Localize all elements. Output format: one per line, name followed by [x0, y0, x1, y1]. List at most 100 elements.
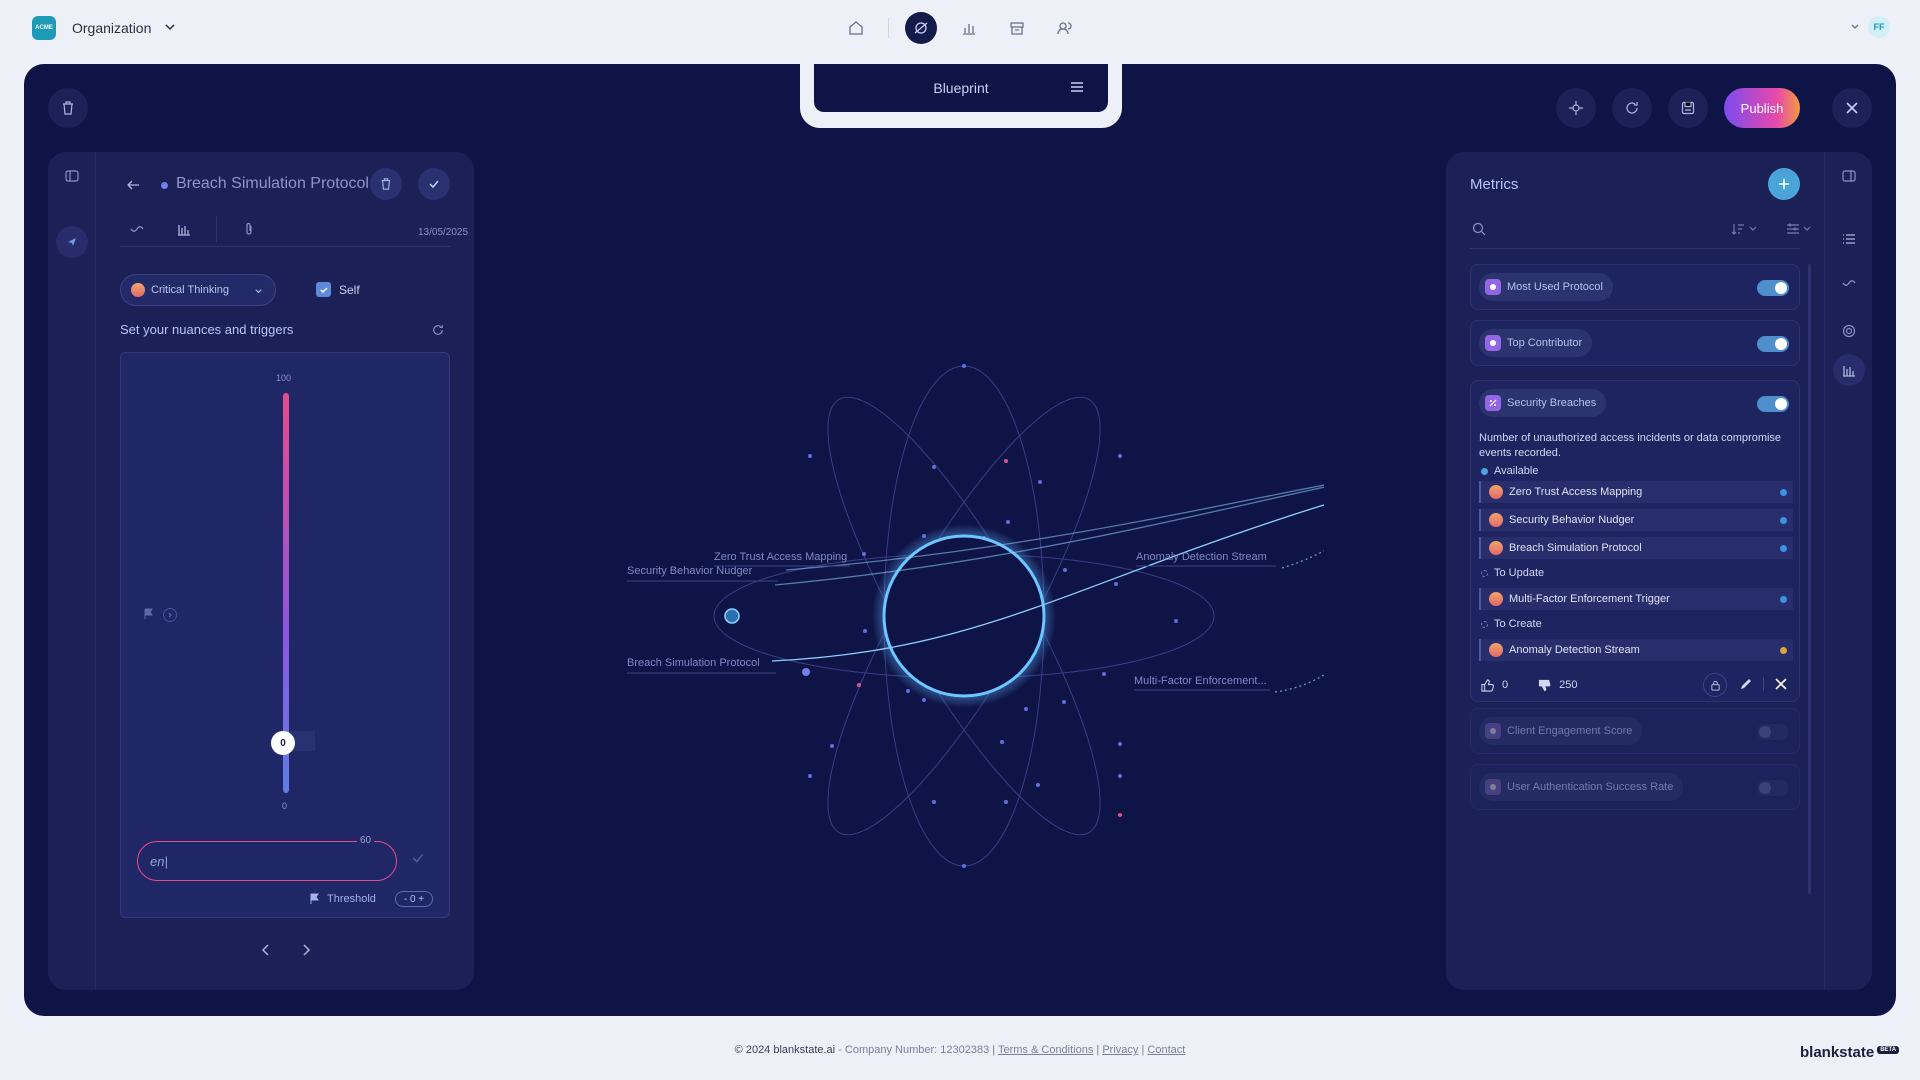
- confirm-button[interactable]: [418, 168, 450, 200]
- protocol-graph[interactable]: Zero Trust Access Mapping Security Behav…: [604, 304, 1324, 924]
- orbit-icon[interactable]: [905, 12, 937, 44]
- thumbs-up-icon[interactable]: [1481, 678, 1494, 692]
- brain-icon: [1489, 541, 1503, 555]
- protocol-item[interactable]: Security Behavior Nudger: [1479, 509, 1793, 531]
- collapse-panel-icon[interactable]: [1842, 169, 1856, 183]
- chevron-right-icon[interactable]: [300, 944, 312, 956]
- nav-divider: [888, 18, 889, 38]
- scrollbar[interactable]: [1808, 264, 1811, 894]
- attachment-icon[interactable]: [243, 222, 255, 236]
- graph-node-label[interactable]: Zero Trust Access Mapping: [714, 551, 847, 563]
- team-icon[interactable]: [1049, 12, 1081, 44]
- delete-button[interactable]: [48, 88, 88, 128]
- wave-icon[interactable]: [1842, 278, 1856, 290]
- bars-icon[interactable]: [177, 222, 191, 236]
- flag-icon[interactable]: [143, 608, 155, 620]
- org-switcher-label[interactable]: Organization: [72, 20, 151, 36]
- metric-row[interactable]: User Authentication Success Rate: [1470, 764, 1800, 810]
- protocol-item-label: Breach Simulation Protocol: [1509, 542, 1642, 554]
- protocol-item[interactable]: Zero Trust Access Mapping: [1479, 481, 1793, 503]
- refresh-icon: [1626, 102, 1638, 114]
- skill-select[interactable]: Critical Thinking: [120, 274, 276, 306]
- plus-icon: [1779, 179, 1789, 189]
- thumbs-down-icon[interactable]: [1538, 679, 1551, 692]
- metric-row[interactable]: Most Used Protocol: [1470, 264, 1800, 310]
- rail-item-active[interactable]: [56, 226, 88, 258]
- collapse-panel-icon[interactable]: [65, 169, 79, 183]
- check-icon[interactable]: [411, 851, 425, 865]
- status-dot: [1780, 489, 1787, 496]
- save-button[interactable]: [1668, 88, 1708, 128]
- account-menu[interactable]: FF: [1850, 16, 1890, 38]
- wave-icon[interactable]: [130, 224, 144, 236]
- add-metric-button[interactable]: [1768, 168, 1800, 200]
- privacy-link[interactable]: Privacy: [1102, 1044, 1138, 1056]
- publish-button[interactable]: Publish: [1724, 88, 1800, 128]
- connector-lines: [771, 484, 1324, 693]
- threshold-stepper[interactable]: - 0 +: [395, 891, 433, 907]
- group-label: To Update: [1494, 567, 1545, 579]
- graph-node-label[interactable]: Security Behavior Nudger: [627, 565, 753, 577]
- chevron-left-icon[interactable]: [260, 944, 272, 956]
- protocol-item[interactable]: Multi-Factor Enforcement Trigger: [1479, 588, 1793, 610]
- delete-protocol-button[interactable]: [370, 168, 402, 200]
- checkbox-checked-icon[interactable]: [316, 282, 331, 297]
- metric-toggle[interactable]: [1757, 724, 1789, 740]
- trash-icon: [63, 101, 73, 115]
- protocol-item[interactable]: Breach Simulation Protocol: [1479, 537, 1793, 559]
- hamburger-icon[interactable]: [1070, 80, 1084, 94]
- back-arrow-icon[interactable]: [126, 178, 140, 192]
- graph-node-label[interactable]: Breach Simulation Protocol: [627, 657, 760, 669]
- metric-row[interactable]: Top Contributor: [1470, 320, 1800, 366]
- graph-node-label[interactable]: Anomaly Detection Stream: [1136, 551, 1267, 563]
- self-checkbox[interactable]: Self: [316, 282, 360, 297]
- brain-icon: [1489, 643, 1503, 657]
- core-ring: [882, 534, 1046, 698]
- metric-toggle[interactable]: [1757, 280, 1789, 296]
- metric-toggle[interactable]: [1757, 336, 1789, 352]
- target-icon[interactable]: [1842, 324, 1856, 338]
- filter-icon[interactable]: [1786, 222, 1814, 236]
- chevron-down-icon[interactable]: [1850, 22, 1860, 32]
- node-anchor[interactable]: [724, 608, 740, 624]
- metric-row[interactable]: Client Engagement Score: [1470, 708, 1800, 754]
- metric-toggle[interactable]: [1757, 780, 1789, 796]
- contact-link[interactable]: Contact: [1147, 1044, 1185, 1056]
- percent-icon: [1485, 395, 1501, 411]
- brain-icon: [131, 283, 145, 297]
- metric-expanded-card[interactable]: Security Breaches Number of unauthorized…: [1470, 380, 1800, 702]
- trigger-slider-card: 100 0 0 en| 60 Threshold - 0 +: [120, 352, 450, 918]
- close-icon[interactable]: [1775, 678, 1787, 690]
- footer: © 2024 blankstate.ai - Company Number: 1…: [734, 1044, 1186, 1056]
- avatar[interactable]: FF: [1868, 16, 1890, 38]
- node-anchor[interactable]: [802, 668, 810, 676]
- terms-link[interactable]: Terms & Conditions: [998, 1044, 1093, 1056]
- bars-icon[interactable]: [1833, 354, 1865, 386]
- close-button[interactable]: [1832, 88, 1872, 128]
- chevron-down-icon: [255, 289, 262, 294]
- search-icon[interactable]: [1472, 222, 1486, 236]
- archive-icon[interactable]: [1001, 12, 1033, 44]
- reset-icon[interactable]: [432, 324, 444, 336]
- refresh-button[interactable]: [1612, 88, 1652, 128]
- threshold-control[interactable]: Threshold: [309, 893, 376, 905]
- metric-toggle[interactable]: [1757, 396, 1789, 412]
- protocol-item[interactable]: Anomaly Detection Stream: [1479, 639, 1793, 661]
- recenter-button[interactable]: [1556, 88, 1596, 128]
- home-icon[interactable]: [840, 12, 872, 44]
- edit-icon[interactable]: [1739, 677, 1753, 691]
- list-icon[interactable]: [1842, 232, 1856, 246]
- chevron-right-icon[interactable]: [163, 608, 177, 622]
- status-dot: [1481, 620, 1488, 628]
- org-logo[interactable]: ACME: [32, 16, 56, 40]
- blueprint-tab[interactable]: Blueprint: [814, 64, 1108, 112]
- chevron-down-icon[interactable]: [164, 21, 176, 33]
- nuance-input[interactable]: en|: [137, 841, 397, 881]
- graph-node-label[interactable]: Multi-Factor Enforcement...: [1134, 675, 1267, 687]
- sort-icon[interactable]: [1732, 222, 1760, 236]
- chart-icon[interactable]: [953, 12, 985, 44]
- slider-handle[interactable]: 0: [271, 731, 295, 755]
- section-title: Set your nuances and triggers: [120, 322, 294, 337]
- lock-icon[interactable]: [1703, 673, 1727, 697]
- action-divider: [1763, 677, 1764, 691]
